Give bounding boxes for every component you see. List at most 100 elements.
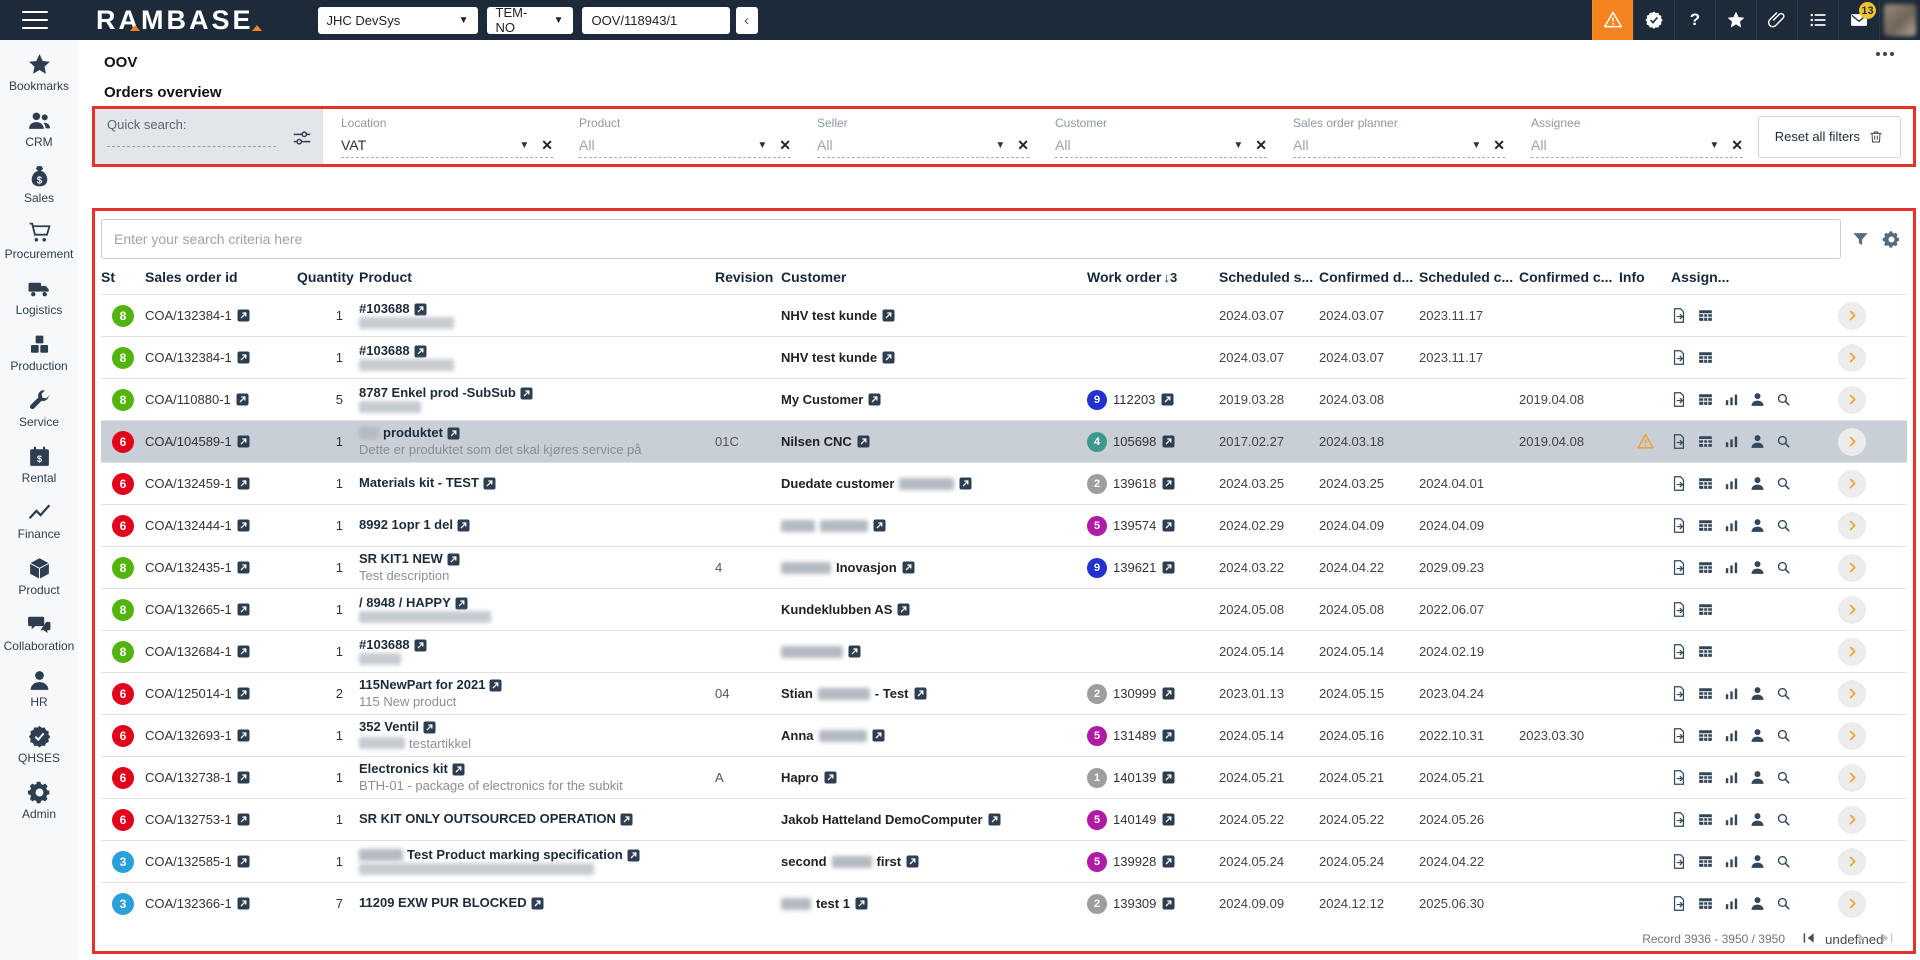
clear-filter-icon[interactable]: ✕ [1017,138,1029,152]
clear-filter-icon[interactable]: ✕ [541,138,553,152]
open-document-link-icon[interactable] [873,519,886,532]
open-document-link-icon[interactable] [447,553,460,566]
search-criteria-input[interactable] [101,219,1841,259]
filter-product[interactable]: Product All ▼ ✕ [579,116,791,164]
chevron-down-icon[interactable]: ▼ [1233,140,1243,151]
inspect-icon[interactable] [1775,811,1792,828]
open-document-link-icon[interactable] [531,897,544,910]
open-document-link-icon[interactable] [824,771,837,784]
assign-document-icon[interactable] [1671,517,1688,534]
favorites-icon[interactable] [1715,0,1756,40]
open-document-link-icon[interactable] [882,351,895,364]
order-details-grid-icon[interactable] [1697,433,1714,450]
previous-page-button[interactable]: undefined [1825,929,1884,949]
open-document-link-icon[interactable] [237,309,250,322]
column-header-work-order[interactable]: Work order ↓3 [1087,269,1219,285]
open-document-link-icon[interactable] [848,645,861,658]
order-row[interactable]: 6 COA/104589-1 1 produktet Dette er produkte… [101,420,1907,462]
assignee-icon[interactable] [1749,517,1766,534]
open-document-link-icon[interactable] [857,435,870,448]
inspect-icon[interactable] [1775,475,1792,492]
order-details-grid-icon[interactable] [1697,475,1714,492]
open-document-link-icon[interactable] [457,519,470,532]
inspect-icon[interactable] [1775,391,1792,408]
open-document-link-icon[interactable] [1162,561,1175,574]
sidebar-item-collaboration[interactable]: Collaboration [0,612,78,653]
assign-document-icon[interactable] [1671,601,1688,618]
order-row[interactable]: 8 COA/132384-1 1 #103688 NHV test kunde 2024.… [101,336,1907,378]
assignee-icon[interactable] [1749,811,1766,828]
open-document-link-icon[interactable] [237,729,250,742]
filter-sales-order-planner[interactable]: Sales order planner All ▼ ✕ [1293,116,1505,164]
open-document-link-icon[interactable] [414,345,427,358]
sidebar-item-product[interactable]: Product [0,556,78,597]
filter-funnel-icon[interactable] [1851,230,1870,249]
open-document-link-icon[interactable] [897,603,910,616]
assign-document-icon[interactable] [1671,559,1688,576]
open-document-link-icon[interactable] [1162,687,1175,700]
assignee-icon[interactable] [1749,559,1766,576]
sidebar-item-admin[interactable]: Admin [0,780,78,821]
open-document-link-icon[interactable] [1162,729,1175,742]
more-options-icon[interactable] [1876,52,1894,56]
column-header-product[interactable]: Product [359,269,715,285]
open-order-button[interactable] [1838,385,1866,414]
inspect-icon[interactable] [1775,559,1792,576]
order-details-grid-icon[interactable] [1697,643,1714,660]
open-order-button[interactable] [1838,595,1866,624]
chevron-down-icon[interactable]: ▼ [757,140,767,151]
document-id-input[interactable] [581,6,730,34]
production-progress-icon[interactable] [1723,475,1740,492]
open-document-link-icon[interactable] [959,477,972,490]
order-details-grid-icon[interactable] [1697,517,1714,534]
inspect-icon[interactable] [1775,433,1792,450]
column-header-st[interactable]: St [101,269,145,285]
assignee-icon[interactable] [1749,727,1766,744]
assignee-icon[interactable] [1749,433,1766,450]
production-progress-icon[interactable] [1723,685,1740,702]
open-document-link-icon[interactable] [237,771,250,784]
order-details-grid-icon[interactable] [1697,811,1714,828]
order-row[interactable]: 6 COA/125014-1 2 115NewPart for 2021 115 New… [101,672,1907,714]
order-row[interactable]: 6 COA/132444-1 1 8992 1opr 1 del 5 139574 2024… [101,504,1907,546]
open-document-link-icon[interactable] [620,813,633,826]
open-order-button[interactable] [1838,637,1866,666]
column-header-scheduled-s[interactable]: Scheduled s... [1219,269,1319,285]
open-document-link-icon[interactable] [855,897,868,910]
order-row[interactable]: 8 COA/132384-1 1 #103688 NHV test kunde 2024.… [101,294,1907,336]
clear-filter-icon[interactable]: ✕ [779,138,791,152]
inspect-icon[interactable] [1775,769,1792,786]
sidebar-item-bookmarks[interactable]: Bookmarks [0,52,78,93]
order-details-grid-icon[interactable] [1697,307,1714,324]
open-document-link-icon[interactable] [1162,435,1175,448]
sidebar-item-logistics[interactable]: Logistics [0,276,78,317]
order-details-grid-icon[interactable] [1697,895,1714,912]
open-document-link-icon[interactable] [423,721,436,734]
assign-document-icon[interactable] [1671,685,1688,702]
open-document-link-icon[interactable] [237,519,250,532]
inspect-icon[interactable] [1775,727,1792,744]
assign-document-icon[interactable] [1671,643,1688,660]
open-document-link-icon[interactable] [627,849,640,862]
order-row[interactable]: 6 COA/132738-1 1 Electronics kit BTH-01 - pa… [101,756,1907,798]
open-order-button[interactable] [1838,343,1866,372]
open-document-link-icon[interactable] [1162,771,1175,784]
open-document-link-icon[interactable] [872,729,885,742]
open-order-button[interactable] [1838,511,1866,540]
production-progress-icon[interactable] [1723,391,1740,408]
open-document-link-icon[interactable] [237,645,250,658]
sidebar-item-hr[interactable]: HR [0,668,78,709]
column-header-customer[interactable]: Customer [781,269,1087,285]
order-row[interactable]: 8 COA/132435-1 1 SR KIT1 NEW Test descriptio… [101,546,1907,588]
order-row[interactable]: 6 COA/132753-1 1 SR KIT ONLY OUTSOURCED OPE… [101,798,1907,840]
column-header-confirmed-c[interactable]: Confirmed c... [1519,269,1619,285]
column-header-revision[interactable]: Revision [715,269,781,285]
open-document-link-icon[interactable] [237,855,250,868]
clear-filter-icon[interactable]: ✕ [1731,138,1743,152]
system-select[interactable]: JHC DevSys ▼ [317,6,478,34]
assign-document-icon[interactable] [1671,349,1688,366]
production-progress-icon[interactable] [1723,559,1740,576]
company-select[interactable]: TEM-NO ▼ [486,5,573,35]
open-document-link-icon[interactable] [447,427,460,440]
clear-filter-icon[interactable]: ✕ [1493,138,1505,152]
